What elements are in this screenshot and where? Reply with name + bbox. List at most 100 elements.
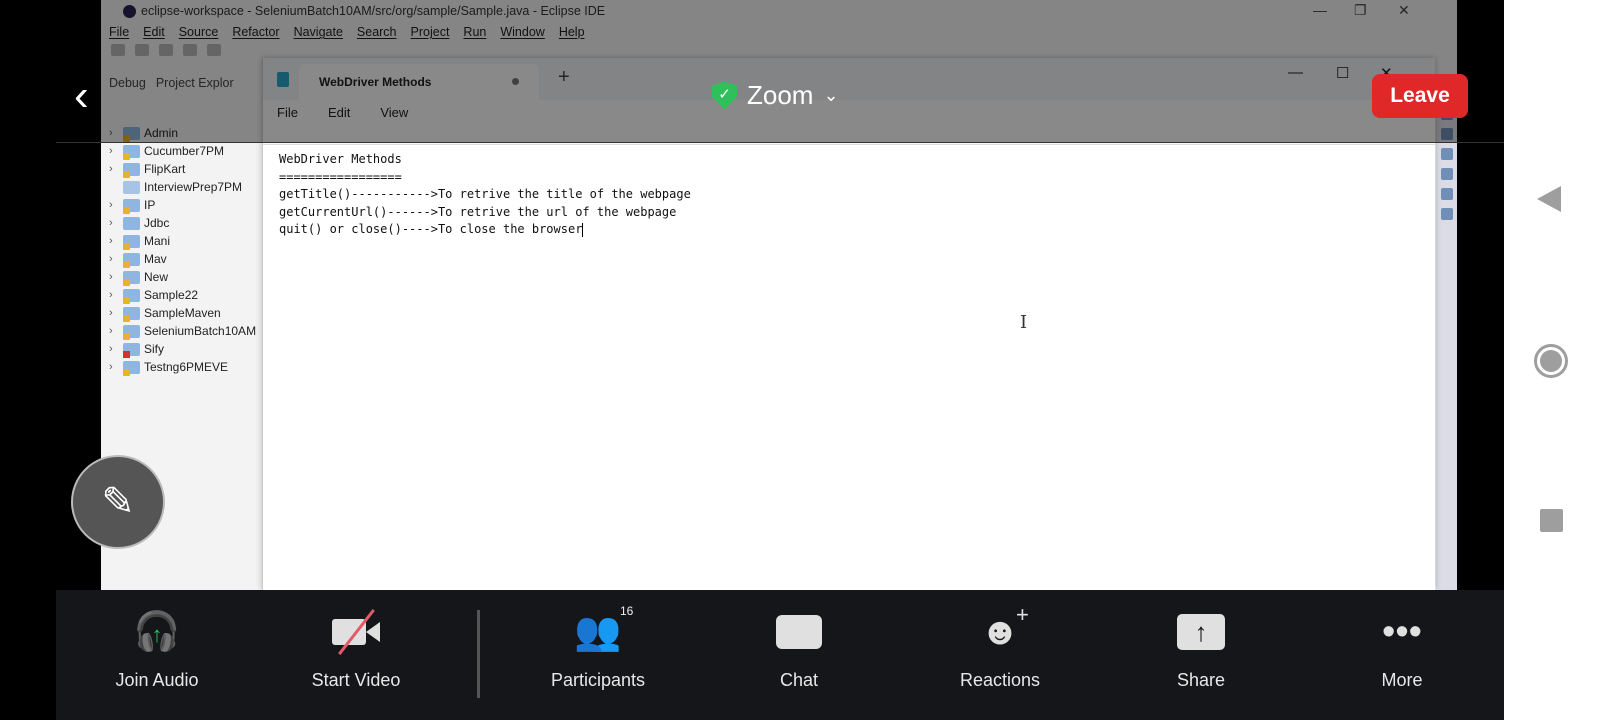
text-line: quit() or close()---->To close the brows… [279, 222, 583, 237]
join-audio-button[interactable]: 🎧 ↑ Join Audio [87, 608, 227, 691]
breakpoints-icon[interactable] [1440, 168, 1453, 180]
join-audio-label: Join Audio [115, 670, 199, 690]
pencil-icon: ✎ [101, 480, 135, 524]
expand-chevron-icon[interactable]: › [109, 217, 119, 229]
share-button[interactable]: ↑ Share [1131, 608, 1271, 691]
participants-icon: 👥 16 [574, 604, 634, 653]
text-caret [582, 222, 584, 237]
participants-count: 16 [620, 604, 634, 618]
project-label: Cucumber7PM [144, 144, 225, 158]
expressions-icon[interactable] [1440, 208, 1453, 220]
zoom-title-dropdown[interactable]: ✓ Zoom ⌄ [712, 80, 839, 111]
headphones-icon: 🎧 ↑ [133, 611, 181, 653]
project-item[interactable]: › FlipKart [109, 160, 256, 178]
more-dots-icon: ••• [1382, 610, 1422, 653]
project-item[interactable]: › Mani [109, 232, 256, 250]
project-icon [123, 198, 140, 214]
expand-chevron-icon[interactable]: › [109, 271, 119, 283]
ibeam-cursor-icon: I [1020, 312, 1028, 333]
project-label: IP [144, 198, 156, 212]
project-icon [123, 252, 140, 268]
back-triangle-icon[interactable] [1537, 186, 1561, 212]
recents-square-icon[interactable] [1540, 509, 1563, 532]
project-icon [123, 144, 140, 160]
project-item[interactable]: › Cucumber7PM [109, 142, 256, 160]
chat-button[interactable]: Chat [729, 608, 869, 691]
project-item[interactable]: › New [109, 268, 256, 286]
project-label: SeleniumBatch10AM [144, 324, 257, 338]
project-label: InterviewPrep7PM [144, 180, 243, 194]
zoom-header-overlay [56, 0, 1504, 143]
project-item[interactable]: › Sify [109, 340, 256, 358]
more-button[interactable]: ••• More [1332, 608, 1472, 691]
project-icon [123, 180, 140, 194]
expand-chevron-icon[interactable]: › [109, 199, 119, 211]
text-line: getTitle()----------->To retrive the tit… [279, 187, 691, 202]
project-label: Testng6PMEVE [144, 360, 229, 374]
start-video-label: Start Video [311, 670, 401, 690]
project-label: FlipKart [144, 162, 186, 176]
expand-chevron-icon[interactable]: › [109, 289, 119, 301]
back-chevron-icon[interactable]: ‹ [74, 74, 89, 118]
project-item[interactable]: › SampleMaven [109, 304, 256, 322]
participants-button[interactable]: 👥 16 Participants [528, 604, 668, 691]
expand-chevron-icon[interactable]: › [109, 235, 119, 247]
project-label: Jdbc [144, 216, 170, 230]
zoom-toolbar: 🎧 ↑ Join Audio Start Video 👥 16 Participan… [56, 590, 1504, 720]
more-label: More [1381, 670, 1423, 690]
project-label: Sample22 [144, 288, 199, 302]
text-line: WebDriver Methods [279, 152, 402, 166]
text-line: ================= [279, 169, 402, 184]
project-item[interactable]: › Mav [109, 250, 256, 268]
reactions-button[interactable]: ☻ + Reactions [930, 602, 1070, 691]
project-label: Mav [144, 252, 167, 266]
expand-chevron-icon[interactable]: › [109, 145, 119, 157]
text-line: getCurrentUrl()------>To retrive the url… [279, 204, 677, 219]
project-label: Sify [144, 342, 165, 356]
project-icon [123, 234, 140, 250]
chat-bubble-icon [729, 608, 869, 656]
home-circle-icon[interactable] [1534, 344, 1568, 378]
java-file-icon[interactable] [1440, 148, 1453, 160]
project-label: Mani [144, 234, 171, 248]
project-item[interactable]: › Testng6PMEVE [109, 358, 256, 376]
project-icon [123, 270, 140, 286]
notepad-text-area[interactable]: WebDriver Methods ================= getTit… [263, 144, 1435, 590]
participants-label: Participants [550, 670, 646, 690]
project-item[interactable]: › Sample22 [109, 286, 256, 304]
project-icon [123, 342, 140, 358]
expand-chevron-icon[interactable]: › [109, 325, 119, 337]
expand-chevron-icon[interactable]: › [109, 343, 119, 355]
eclipse-right-toolstrip [1436, 100, 1457, 590]
leave-button[interactable]: Leave [1372, 74, 1468, 118]
meeting-title: Zoom [747, 80, 814, 110]
project-item[interactable]: InterviewPrep7PM [109, 178, 256, 196]
annotate-pencil-button[interactable]: ✎ [71, 455, 165, 549]
expand-chevron-icon[interactable]: › [109, 163, 119, 175]
project-icon [123, 324, 140, 340]
project-item[interactable]: › SeleniumBatch10AM [109, 322, 256, 340]
project-tree: › Admin › Cucumber7PM › FlipKart InterviewPrep… [109, 124, 256, 376]
android-nav-bar [1504, 0, 1600, 720]
expand-chevron-icon[interactable]: › [109, 253, 119, 265]
project-icon [123, 306, 140, 322]
project-icon [123, 216, 140, 230]
chevron-down-icon: ⌄ [823, 85, 839, 105]
share-label: Share [1176, 670, 1226, 690]
project-icon [123, 360, 140, 376]
project-label: SampleMaven [144, 306, 221, 320]
project-icon [123, 162, 140, 178]
project-item[interactable]: › Jdbc [109, 214, 256, 232]
chat-label: Chat [779, 670, 819, 690]
variables-icon[interactable] [1440, 188, 1453, 200]
smiley-plus-icon: ☻ + [980, 602, 1029, 653]
toolbar-divider [477, 610, 480, 698]
expand-chevron-icon[interactable]: › [109, 307, 119, 319]
video-off-icon [286, 608, 426, 656]
expand-chevron-icon[interactable]: › [109, 361, 119, 373]
project-item[interactable]: › IP [109, 196, 256, 214]
start-video-button[interactable]: Start Video [286, 608, 426, 691]
encryption-shield-icon: ✓ [712, 81, 737, 110]
share-arrow-icon: ↑ [1131, 608, 1271, 656]
reactions-label: Reactions [959, 670, 1041, 690]
